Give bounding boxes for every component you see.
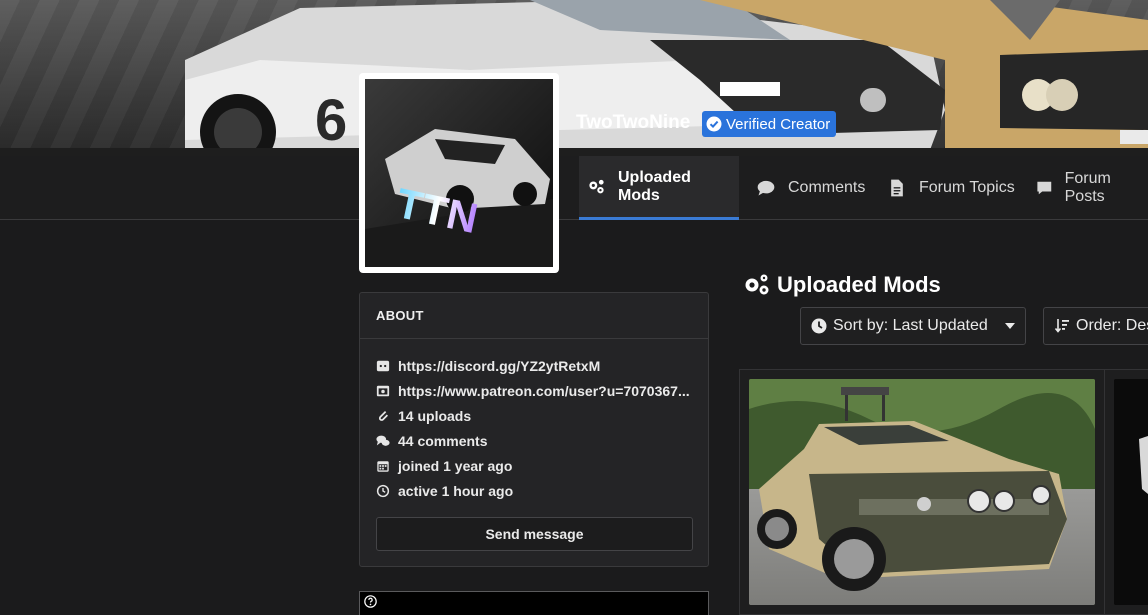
- mod-card-thumbnail[interactable]: [749, 379, 1095, 605]
- comments-icon: [376, 435, 390, 446]
- mod-card-thumbnail-2[interactable]: [1114, 379, 1148, 605]
- avatar-image: TTN: [365, 79, 553, 267]
- question-circle-icon[interactable]: [364, 595, 377, 608]
- caret-down-icon: [1004, 323, 1015, 329]
- profile-banner: 6: [0, 0, 1148, 156]
- tab-uploaded-mods[interactable]: Uploaded Mods: [579, 156, 739, 220]
- profile-username: TwoTwoNine: [576, 112, 691, 133]
- tab-forum-posts[interactable]: Forum Posts: [1028, 156, 1148, 220]
- svg-text:6: 6: [315, 88, 347, 153]
- about-patreon-link[interactable]: https://www.patreon.com/user?u=7070367..…: [376, 378, 692, 403]
- about-title: ABOUT: [360, 293, 708, 339]
- patreon-icon: [376, 385, 390, 396]
- profile-avatar[interactable]: TTN: [359, 73, 559, 273]
- sort-by-select[interactable]: Sort by: Last Updated: [800, 307, 1026, 345]
- grid-divider: [1104, 369, 1105, 615]
- paperclip-icon: [379, 410, 388, 421]
- calendar-icon: [377, 460, 389, 472]
- about-list: https://discord.gg/YZ2ytRetxM https://ww…: [360, 339, 708, 503]
- tab-forum-topics[interactable]: Forum Topics: [879, 156, 1023, 220]
- tab-label: Comments: [788, 179, 866, 196]
- clock-icon: [811, 318, 827, 334]
- tab-label: Uploaded Mods: [617, 168, 691, 204]
- verified-label: Verified Creator: [726, 115, 831, 133]
- tab-label: Forum Topics: [919, 179, 1015, 196]
- order-select[interactable]: Order: Descending: [1043, 307, 1148, 345]
- about-uploads: 14 uploads: [376, 403, 692, 428]
- document-icon: [891, 179, 903, 197]
- send-message-button[interactable]: Send message: [376, 517, 693, 551]
- message-icon: [1037, 181, 1052, 195]
- mod-thumbnail-image: [749, 379, 1095, 605]
- discord-icon: [376, 360, 390, 371]
- sort-descending-icon: [1054, 319, 1069, 333]
- comment-icon: [757, 180, 775, 196]
- check-circle-icon: [706, 116, 722, 132]
- about-discord-link[interactable]: https://discord.gg/YZ2ytRetxM: [376, 353, 692, 378]
- about-joined: joined 1 year ago: [376, 453, 692, 478]
- mod-thumbnail-image: [1114, 379, 1148, 605]
- help-box: [359, 591, 709, 615]
- verified-creator-badge: Verified Creator: [702, 111, 837, 137]
- about-comments: 44 comments: [376, 428, 692, 453]
- gears-icon: [589, 179, 604, 193]
- about-active: active 1 hour ago: [376, 478, 692, 503]
- gears-icon: [745, 274, 769, 295]
- tab-comments[interactable]: Comments: [748, 156, 873, 220]
- clock-icon: [376, 484, 390, 497]
- uploaded-mods-heading: Uploaded Mods: [743, 272, 941, 298]
- banner-cars-image: 6: [0, 0, 1148, 156]
- tab-label: Forum Posts: [1064, 170, 1111, 205]
- about-panel: ABOUT https://discord.gg/YZ2ytRetxM http…: [359, 292, 709, 567]
